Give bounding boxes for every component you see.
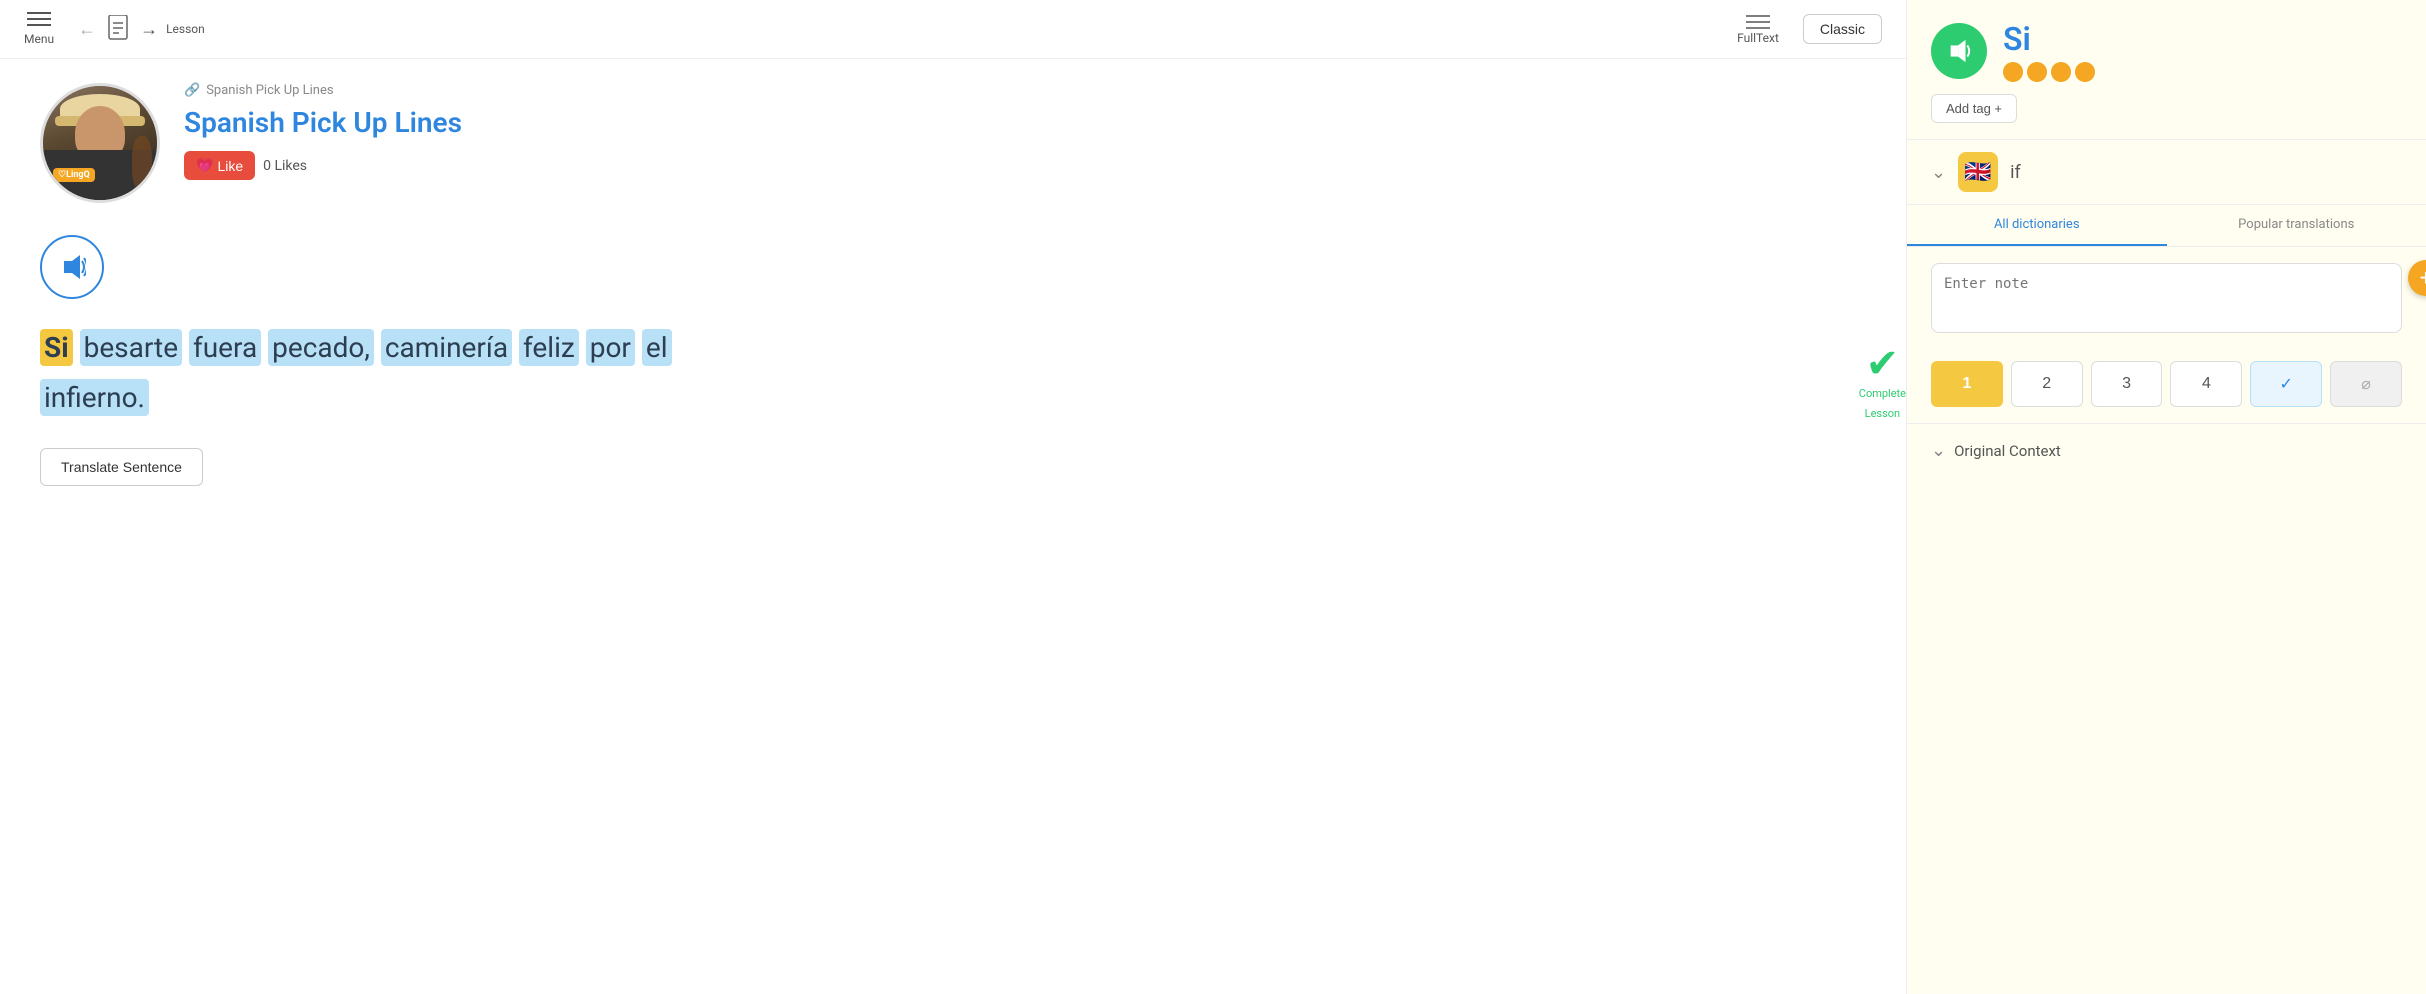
coins-row	[2003, 62, 2095, 82]
status-button-1[interactable]: 1	[1931, 361, 2003, 407]
coin-3	[2051, 62, 2071, 82]
original-context-header[interactable]: ⌄ Original Context	[1931, 440, 2402, 461]
word-audio-button[interactable]	[1931, 23, 1987, 79]
content-area: ♡LingQ 🔗 Spanish Pick Up Lines Spanish P…	[0, 59, 1906, 994]
word-card: Si Add tag +	[1907, 0, 2426, 139]
lesson-icon	[104, 13, 132, 45]
status-button-3[interactable]: 3	[2091, 361, 2163, 407]
tab-all-dictionaries[interactable]: All dictionaries	[1907, 205, 2167, 246]
status-button-4[interactable]: 4	[2170, 361, 2242, 407]
next-lesson-arrow[interactable]: →	[140, 19, 158, 40]
likes-count: 0 Likes	[263, 158, 307, 174]
translation-word: if	[2010, 162, 2021, 183]
word-pecado[interactable]: pecado,	[268, 329, 374, 366]
original-context-section: ⌄ Original Context	[1907, 423, 2426, 477]
audio-play-button[interactable]	[40, 235, 104, 299]
word-por[interactable]: por	[586, 329, 635, 366]
lesson-avatar: ♡LingQ	[40, 83, 160, 203]
prev-lesson-arrow[interactable]: ←	[78, 19, 96, 40]
context-chevron: ⌄	[1931, 440, 1946, 461]
fulltext-label: FullText	[1737, 31, 1779, 45]
checkmark-icon: ✔	[1866, 344, 1900, 384]
breadcrumb-icon: 🔗	[184, 83, 200, 98]
coin-1	[2003, 62, 2023, 82]
classic-button[interactable]: Classic	[1803, 14, 1882, 44]
document-icon	[107, 15, 129, 43]
fulltext-icon	[1746, 13, 1770, 31]
like-button[interactable]: 💗 Like	[184, 151, 255, 180]
speaker-icon	[58, 253, 86, 281]
word-besarte[interactable]: besarte	[80, 329, 182, 366]
status-row: 1 2 3 4 ✓ ⌀	[1907, 353, 2426, 423]
word-el[interactable]: el	[642, 329, 672, 366]
hamburger-line-3	[27, 24, 51, 26]
word-fuera[interactable]: fuera	[189, 329, 261, 366]
top-nav: Menu ← → Lesson FullText	[0, 0, 1906, 59]
collapse-chevron[interactable]: ⌄	[1931, 162, 1946, 183]
lesson-label: Lesson	[166, 22, 205, 36]
left-panel: Menu ← → Lesson FullText	[0, 0, 1906, 994]
complete-lesson-button[interactable]: ✔ CompleteLesson	[1859, 344, 1906, 424]
word-title: Si	[2003, 20, 2095, 58]
translation-row: ⌄ 🇬🇧 if	[1907, 139, 2426, 204]
lesson-likes: 💗 Like 0 Likes	[184, 151, 1866, 180]
dict-tabs: All dictionaries Popular translations	[1907, 204, 2426, 247]
sentence-area: Si besarte fuera pecado, caminería feliz…	[40, 323, 1866, 424]
add-tag-button[interactable]: Add tag +	[1931, 94, 2017, 123]
lesson-nav: ← → Lesson	[78, 13, 205, 45]
like-icon: 💗	[196, 157, 213, 174]
breadcrumb: 🔗 Spanish Pick Up Lines	[184, 83, 1866, 98]
word-caminaria[interactable]: caminería	[381, 329, 512, 366]
hamburger-line-2	[27, 18, 51, 20]
word-card-header: Si	[1931, 20, 2402, 82]
word-infierno[interactable]: infierno.	[40, 379, 149, 416]
word-si[interactable]: Si	[40, 329, 73, 366]
breadcrumb-text: Spanish Pick Up Lines	[206, 83, 333, 98]
status-button-ignore[interactable]: ⌀	[2330, 361, 2402, 407]
tab-popular-translations[interactable]: Popular translations	[2167, 205, 2426, 246]
status-button-known[interactable]: ✓	[2250, 361, 2322, 407]
fulltext-button[interactable]: FullText	[1737, 13, 1779, 45]
hamburger-line-1	[27, 12, 51, 14]
translate-sentence-button[interactable]: Translate Sentence	[40, 448, 203, 486]
lesson-info: 🔗 Spanish Pick Up Lines Spanish Pick Up …	[184, 83, 1866, 180]
like-label: Like	[217, 158, 243, 174]
note-input[interactable]	[1931, 263, 2402, 333]
note-area	[1907, 247, 2426, 353]
menu-button[interactable]: Menu	[24, 12, 54, 46]
word-feliz[interactable]: feliz	[519, 329, 579, 366]
status-button-2[interactable]: 2	[2011, 361, 2083, 407]
flag-icon: 🇬🇧	[1958, 152, 1998, 192]
menu-label: Menu	[24, 32, 54, 46]
original-context-title: Original Context	[1954, 442, 2061, 460]
coin-2	[2027, 62, 2047, 82]
complete-lesson-label: CompleteLesson	[1859, 384, 1906, 424]
lesson-title: Spanish Pick Up Lines	[184, 106, 1866, 139]
right-panel: + Si Add tag + ⌄	[1906, 0, 2426, 994]
word-info: Si	[2003, 20, 2095, 82]
word-speaker-icon	[1946, 38, 1972, 64]
lesson-header: ♡LingQ 🔗 Spanish Pick Up Lines Spanish P…	[40, 83, 1866, 203]
coin-4	[2075, 62, 2095, 82]
